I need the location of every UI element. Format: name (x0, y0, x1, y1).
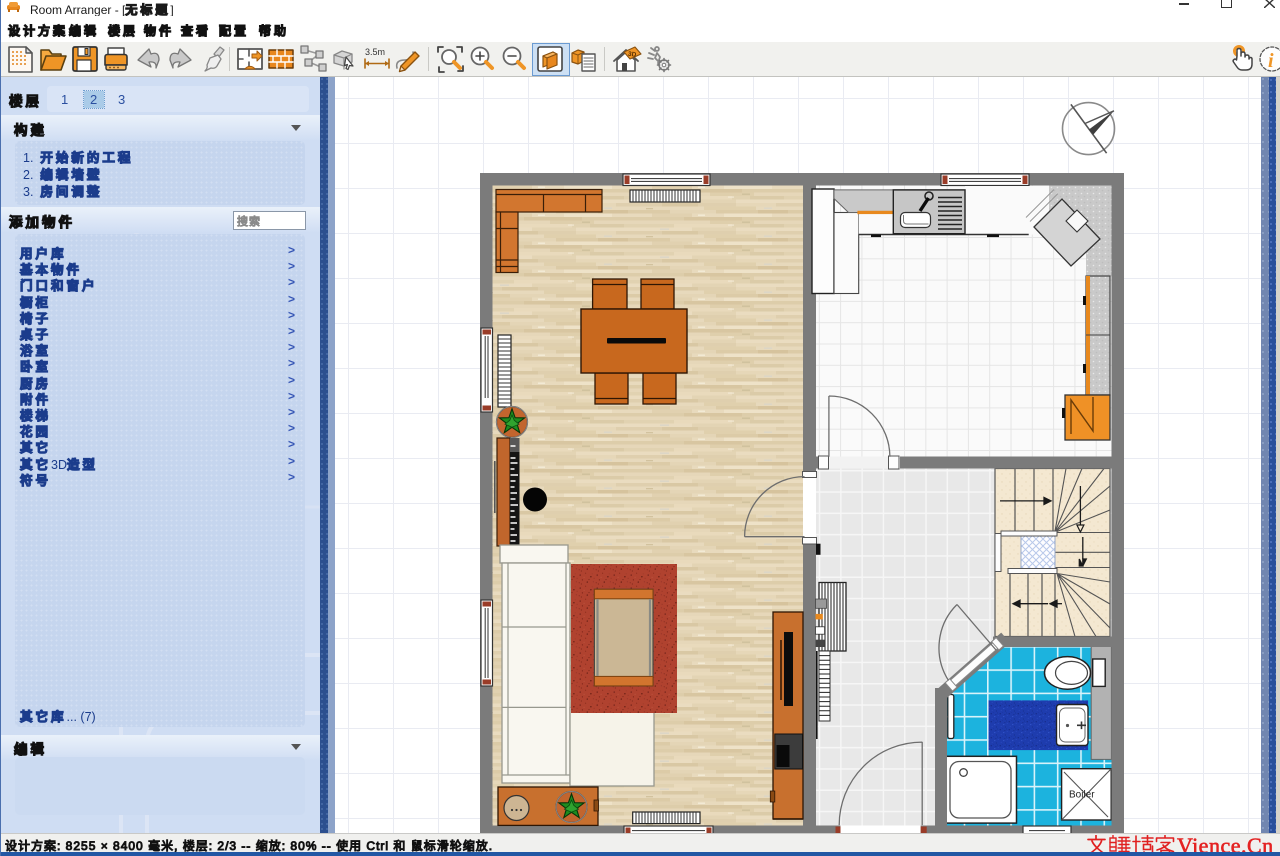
svg-text:Boiler: Boiler (1069, 790, 1095, 801)
svg-text:3D: 3D (627, 51, 637, 59)
svg-text:i: i (1268, 50, 1274, 72)
svg-text:3.5m: 3.5m (365, 47, 385, 57)
